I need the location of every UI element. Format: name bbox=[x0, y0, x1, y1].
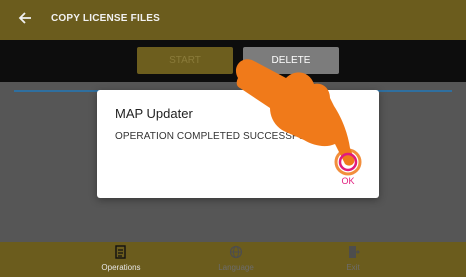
dialog-title: MAP Updater bbox=[115, 106, 193, 121]
page-title: COPY LICENSE FILES bbox=[51, 13, 160, 24]
nav-language[interactable]: Language bbox=[191, 245, 281, 275]
back-arrow-icon[interactable] bbox=[14, 9, 36, 31]
delete-button[interactable]: DELETE bbox=[243, 47, 339, 74]
ok-button[interactable]: OK bbox=[337, 174, 359, 188]
nav-operations[interactable]: Operations bbox=[76, 245, 166, 275]
title-bar: COPY LICENSE FILES bbox=[0, 0, 466, 40]
globe-icon bbox=[229, 245, 243, 259]
document-icon bbox=[114, 245, 128, 259]
bottom-navigation: Operations Language Exit bbox=[0, 242, 466, 277]
nav-exit-label: Exit bbox=[346, 263, 360, 272]
exit-door-icon bbox=[346, 245, 360, 259]
nav-language-label: Language bbox=[218, 263, 254, 272]
dialog-message: OPERATION COMPLETED SUCCESSFULLY bbox=[115, 131, 323, 142]
completion-dialog: MAP Updater OPERATION COMPLETED SUCCESSF… bbox=[97, 90, 379, 198]
nav-operations-label: Operations bbox=[101, 263, 141, 272]
nav-exit[interactable]: Exit bbox=[308, 245, 398, 275]
action-toolbar: START DELETE bbox=[0, 40, 466, 82]
start-button[interactable]: START bbox=[137, 47, 233, 74]
